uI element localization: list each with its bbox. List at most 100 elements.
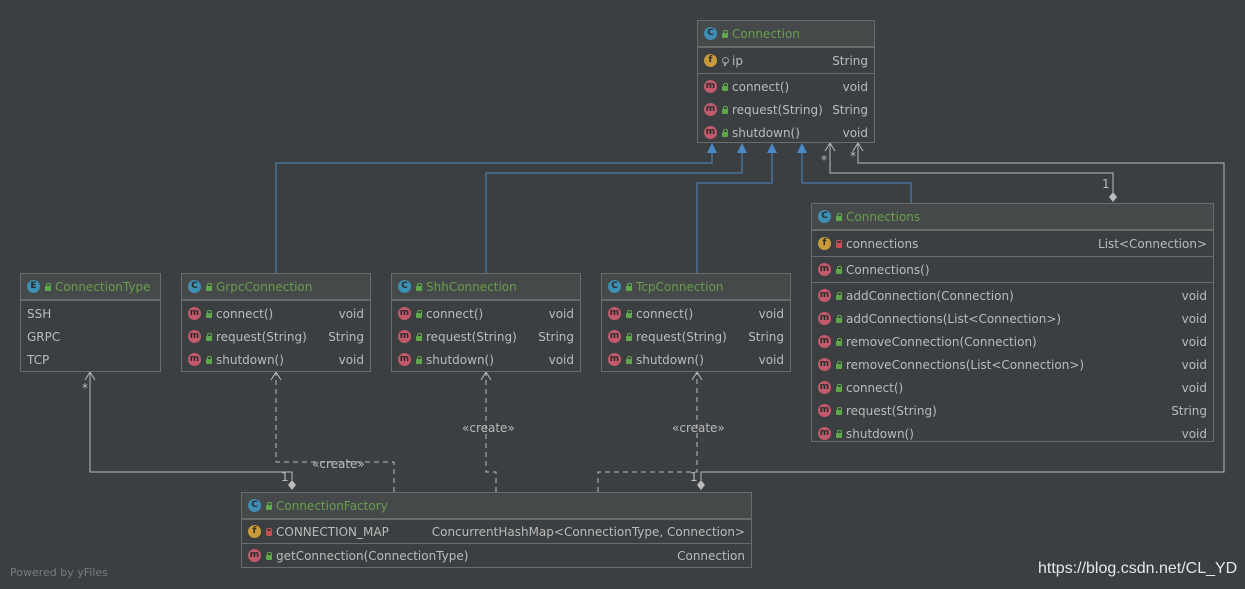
class-shh-connection[interactable]: C ShhConnection m connect() void m reque… [391, 273, 581, 372]
connections-multiplicity-one: 1 [1102, 177, 1110, 191]
method-icon: m [398, 330, 411, 343]
method-type: String [748, 329, 784, 344]
method-row[interactable]: m addConnections(List<Connection>) void [812, 307, 1213, 330]
method-type: void [1181, 357, 1207, 372]
class-icon: C [398, 280, 411, 293]
field-row[interactable]: f CONNECTION_MAP ConcurrentHashMap<Conne… [242, 520, 751, 543]
method-icon: m [398, 353, 411, 366]
powered-by-label: Powered by yFiles [10, 566, 108, 579]
methods-section: m connect() void m request(String) Strin… [698, 73, 874, 145]
class-connections[interactable]: C Connections f connections List<Connect… [811, 203, 1214, 442]
field-name: ip [732, 53, 743, 68]
method-name: shutdown() [426, 352, 494, 367]
method-row[interactable]: m connect() void [182, 302, 370, 325]
method-row[interactable]: m connect() void [602, 302, 790, 325]
enum-connection-type[interactable]: E ConnectionType SSH GRPC TCP [20, 273, 161, 372]
method-row[interactable]: m connect() void [392, 302, 580, 325]
method-icon: m [608, 330, 621, 343]
field-row[interactable]: f ip String [698, 49, 874, 72]
method-type: void [548, 306, 574, 321]
class-name: ConnectionType [55, 279, 151, 294]
public-lock-icon [625, 332, 633, 341]
method-row[interactable]: m request(String) String [182, 325, 370, 348]
public-lock-icon [835, 265, 843, 274]
public-lock-icon [205, 332, 213, 341]
method-row[interactable]: m request(String) String [812, 399, 1213, 422]
method-name: request(String) [636, 329, 727, 344]
method-row[interactable]: m connect() void [698, 75, 874, 98]
class-tcp-connection[interactable]: C TcpConnection m connect() void m reque… [601, 273, 791, 372]
class-name: Connections [846, 209, 921, 224]
method-row[interactable]: m request(String) String [392, 325, 580, 348]
class-header: C Connections [812, 204, 1213, 230]
field-type: String [832, 53, 868, 68]
methods-section: m connect() void m request(String) Strin… [602, 300, 790, 372]
class-icon: C [248, 499, 261, 512]
enum-constant: SSH [27, 306, 52, 321]
public-lock-icon [835, 314, 843, 323]
method-row[interactable]: m shutdown() void [182, 348, 370, 371]
public-lock-icon [721, 128, 729, 137]
method-row[interactable]: m shutdown() void [602, 348, 790, 371]
method-type: String [328, 329, 364, 344]
methods-section: m connect() void m request(String) Strin… [392, 300, 580, 372]
method-icon: m [704, 103, 717, 116]
enum-constant-row[interactable]: GRPC [21, 325, 160, 348]
methods-section: m connect() void m request(String) Strin… [182, 300, 370, 372]
public-lock-icon [415, 309, 423, 318]
connectiontype-multiplicity-star: * [82, 381, 88, 395]
method-row[interactable]: m request(String) String [698, 98, 874, 121]
method-type: void [758, 306, 784, 321]
method-icon: m [818, 427, 831, 440]
method-name: shutdown() [216, 352, 284, 367]
class-grpc-connection[interactable]: C GrpcConnection m connect() void m requ… [181, 273, 371, 372]
method-row[interactable]: m connect() void [812, 376, 1213, 399]
method-name: addConnection(Connection) [846, 288, 1014, 303]
class-header: C ShhConnection [392, 274, 580, 300]
method-row[interactable]: m getConnection(ConnectionType) Connecti… [242, 544, 751, 567]
method-row[interactable]: m removeConnections(List<Connection>) vo… [812, 353, 1213, 376]
public-lock-icon [625, 355, 633, 364]
method-row[interactable]: m removeConnection(Connection) void [812, 330, 1213, 353]
class-connection-factory[interactable]: C ConnectionFactory f CONNECTION_MAP Con… [241, 492, 752, 568]
class-header: C Connection [698, 21, 874, 47]
method-icon: m [818, 312, 831, 325]
public-lock-icon [835, 429, 843, 438]
method-row[interactable]: m shutdown() void [392, 348, 580, 371]
public-lock-icon [415, 332, 423, 341]
method-type: void [1181, 288, 1207, 303]
method-row[interactable]: m shutdown() void [812, 422, 1213, 445]
enum-constant: GRPC [27, 329, 61, 344]
method-name: request(String) [732, 102, 823, 117]
public-lock-icon [265, 551, 273, 560]
method-icon: m [398, 307, 411, 320]
field-icon: f [248, 525, 261, 538]
public-lock-icon [721, 82, 729, 91]
public-lock-icon [721, 105, 729, 114]
enum-constant-row[interactable]: SSH [21, 302, 160, 325]
method-type: void [338, 306, 364, 321]
public-lock-icon [205, 309, 213, 318]
enum-constant-row[interactable]: TCP [21, 348, 160, 371]
method-icon: m [188, 330, 201, 343]
class-connection[interactable]: C Connection f ip String m connect() voi… [697, 20, 875, 143]
constructor-row[interactable]: m Connections() [812, 258, 1213, 281]
public-lock-icon [205, 282, 213, 291]
method-name: removeConnection(Connection) [846, 334, 1037, 349]
method-icon: m [188, 353, 201, 366]
public-lock-icon [835, 212, 843, 221]
class-header: E ConnectionType [21, 274, 160, 300]
field-row[interactable]: f connections List<Connection> [812, 232, 1213, 255]
method-name: connect() [732, 79, 790, 94]
method-icon: m [248, 549, 261, 562]
factory-connection-multiplicity-one: 1 [690, 470, 698, 484]
method-icon: m [704, 80, 717, 93]
class-name: GrpcConnection [216, 279, 313, 294]
method-row[interactable]: m shutdown() void [698, 121, 874, 144]
method-name: request(String) [426, 329, 517, 344]
method-row[interactable]: m addConnection(Connection) void [812, 284, 1213, 307]
method-row[interactable]: m request(String) String [602, 325, 790, 348]
method-type: void [758, 352, 784, 367]
shh-create-label: «create» [462, 421, 515, 435]
field-name: connections [846, 236, 919, 251]
